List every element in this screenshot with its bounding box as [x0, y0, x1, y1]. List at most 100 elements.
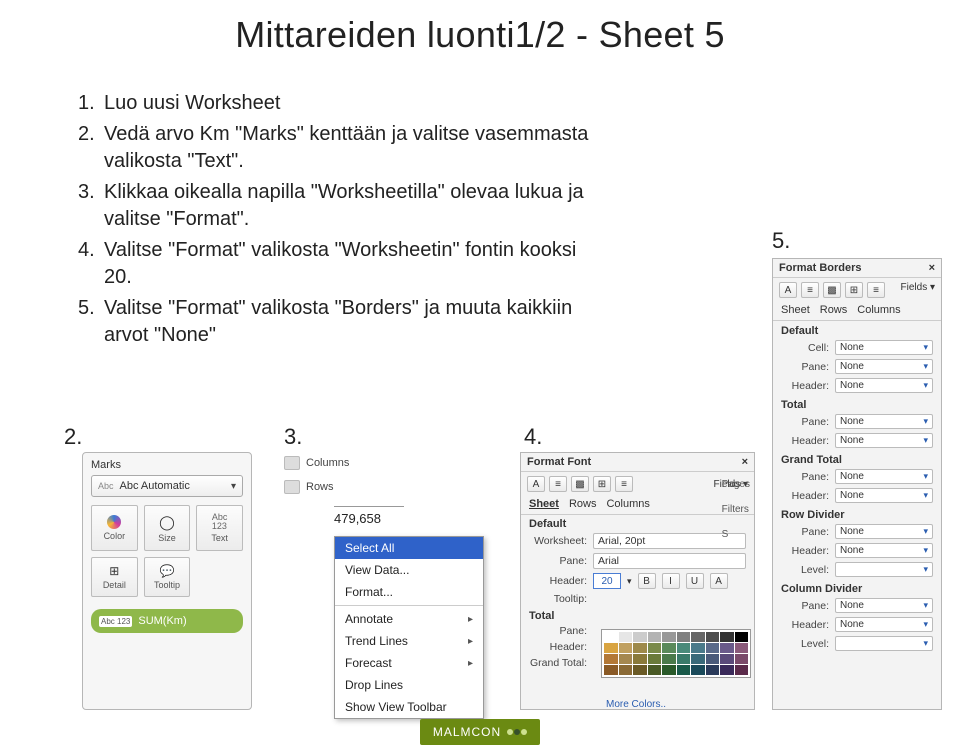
swatch[interactable]	[648, 665, 662, 675]
swatch[interactable]	[604, 665, 618, 675]
fb-shade-icon[interactable]: ▩	[823, 282, 841, 298]
swatch[interactable]	[662, 643, 676, 653]
color-button[interactable]: A	[710, 573, 728, 589]
swatch[interactable]	[677, 654, 691, 664]
close-icon[interactable]: ×	[929, 262, 935, 274]
swatch[interactable]	[691, 643, 705, 653]
italic-button[interactable]: I	[662, 573, 680, 589]
swatch[interactable]	[677, 643, 691, 653]
swatch[interactable]	[619, 654, 633, 664]
swatch[interactable]	[633, 654, 647, 664]
marks-type-select[interactable]: Abc Abc Automatic	[91, 475, 243, 497]
tab-rows[interactable]: Rows	[569, 498, 597, 510]
swatch[interactable]	[648, 643, 662, 653]
menu-forecast[interactable]: Forecast	[335, 652, 483, 674]
fb-tab-sheet[interactable]: Sheet	[781, 304, 810, 316]
underline-button[interactable]: U	[686, 573, 704, 589]
swatch[interactable]	[677, 665, 691, 675]
tab-sheet[interactable]: Sheet	[529, 498, 559, 510]
worksheet-value[interactable]: 479,658	[334, 506, 404, 526]
swatch[interactable]	[735, 654, 749, 664]
swatch[interactable]	[633, 632, 647, 642]
menu-trend-lines[interactable]: Trend Lines	[335, 630, 483, 652]
fb-coldiv-header[interactable]: None	[835, 617, 933, 632]
swatch[interactable]	[619, 632, 633, 642]
swatch[interactable]	[604, 643, 618, 653]
tab-columns[interactable]: Columns	[606, 498, 649, 510]
fb-align-icon[interactable]: ≡	[801, 282, 819, 298]
menu-format[interactable]: Format...	[335, 581, 483, 603]
swatch[interactable]	[720, 643, 734, 653]
swatch[interactable]	[706, 665, 720, 675]
swatch[interactable]	[662, 632, 676, 642]
bold-button[interactable]: B	[638, 573, 656, 589]
fb-tab-rows[interactable]: Rows	[820, 304, 848, 316]
marks-tooltip[interactable]: 💬 Tooltip	[144, 557, 191, 597]
close-icon[interactable]: ×	[742, 456, 748, 468]
swatch[interactable]	[619, 665, 633, 675]
swatch[interactable]	[706, 654, 720, 664]
align-icon[interactable]: ≡	[549, 476, 567, 492]
columns-shelf[interactable]: Columns	[284, 452, 504, 474]
swatch[interactable]	[619, 643, 633, 653]
swatch[interactable]	[735, 632, 749, 642]
fb-border-icon[interactable]: ⊞	[845, 282, 863, 298]
swatch[interactable]	[662, 665, 676, 675]
color-swatches[interactable]	[601, 629, 751, 678]
swatch[interactable]	[720, 654, 734, 664]
swatch[interactable]	[720, 632, 734, 642]
menu-drop-lines[interactable]: Drop Lines	[335, 674, 483, 696]
fb-coldiv-level[interactable]	[835, 636, 933, 651]
border-icon[interactable]: ⊞	[593, 476, 611, 492]
menu-show-toolbar[interactable]: Show View Toolbar	[335, 696, 483, 718]
swatch[interactable]	[662, 654, 676, 664]
marks-detail[interactable]: ⊞ Detail	[91, 557, 138, 597]
swatch[interactable]	[648, 654, 662, 664]
swatch[interactable]	[677, 632, 691, 642]
fb-pane[interactable]: None	[835, 359, 933, 374]
marks-color[interactable]: Color	[91, 505, 138, 551]
font-a-icon[interactable]: A	[527, 476, 545, 492]
section-default: Default	[521, 515, 754, 531]
swatch[interactable]	[633, 643, 647, 653]
fb-header[interactable]: None	[835, 378, 933, 393]
marks-pill-sum-km[interactable]: Abc 123 SUM(Km)	[91, 609, 243, 633]
fb-lines-icon[interactable]: ≡	[867, 282, 885, 298]
swatch[interactable]	[691, 654, 705, 664]
fb-rowdiv-header[interactable]: None	[835, 543, 933, 558]
swatch[interactable]	[691, 632, 705, 642]
more-colors-link[interactable]: More Colors..	[606, 699, 666, 710]
swatch[interactable]	[604, 632, 618, 642]
swatch[interactable]	[604, 654, 618, 664]
shade-icon[interactable]: ▩	[571, 476, 589, 492]
fb-a-icon[interactable]: A	[779, 282, 797, 298]
swatch[interactable]	[648, 632, 662, 642]
lines-icon[interactable]: ≡	[615, 476, 633, 492]
fb-grand-pane[interactable]: None	[835, 469, 933, 484]
fb-total-pane[interactable]: None	[835, 414, 933, 429]
fb-fields-button[interactable]: Fields ▾	[901, 282, 935, 298]
fb-rowdiv-level[interactable]	[835, 562, 933, 577]
menu-select-all[interactable]: Select All	[335, 537, 483, 559]
swatch[interactable]	[735, 643, 749, 653]
fb-cell[interactable]: None	[835, 340, 933, 355]
marks-size[interactable]: ◯ Size	[144, 505, 191, 551]
fb-grand-header[interactable]: None	[835, 488, 933, 503]
swatch[interactable]	[720, 665, 734, 675]
swatch[interactable]	[633, 665, 647, 675]
pane-font-value[interactable]: Arial	[593, 553, 746, 569]
font-size-input[interactable]: 20	[593, 573, 621, 589]
menu-view-data[interactable]: View Data...	[335, 559, 483, 581]
rows-shelf[interactable]: Rows	[284, 476, 504, 498]
menu-annotate[interactable]: Annotate	[335, 608, 483, 630]
fb-total-header[interactable]: None	[835, 433, 933, 448]
fb-tab-columns[interactable]: Columns	[857, 304, 900, 316]
swatch[interactable]	[706, 632, 720, 642]
fb-section-grand: Grand Total	[773, 450, 941, 467]
swatch[interactable]	[735, 665, 749, 675]
swatch[interactable]	[706, 643, 720, 653]
fb-rowdiv-pane[interactable]: None	[835, 524, 933, 539]
fb-coldiv-pane[interactable]: None	[835, 598, 933, 613]
marks-text[interactable]: Abc123 Text	[196, 505, 243, 551]
swatch[interactable]	[691, 665, 705, 675]
